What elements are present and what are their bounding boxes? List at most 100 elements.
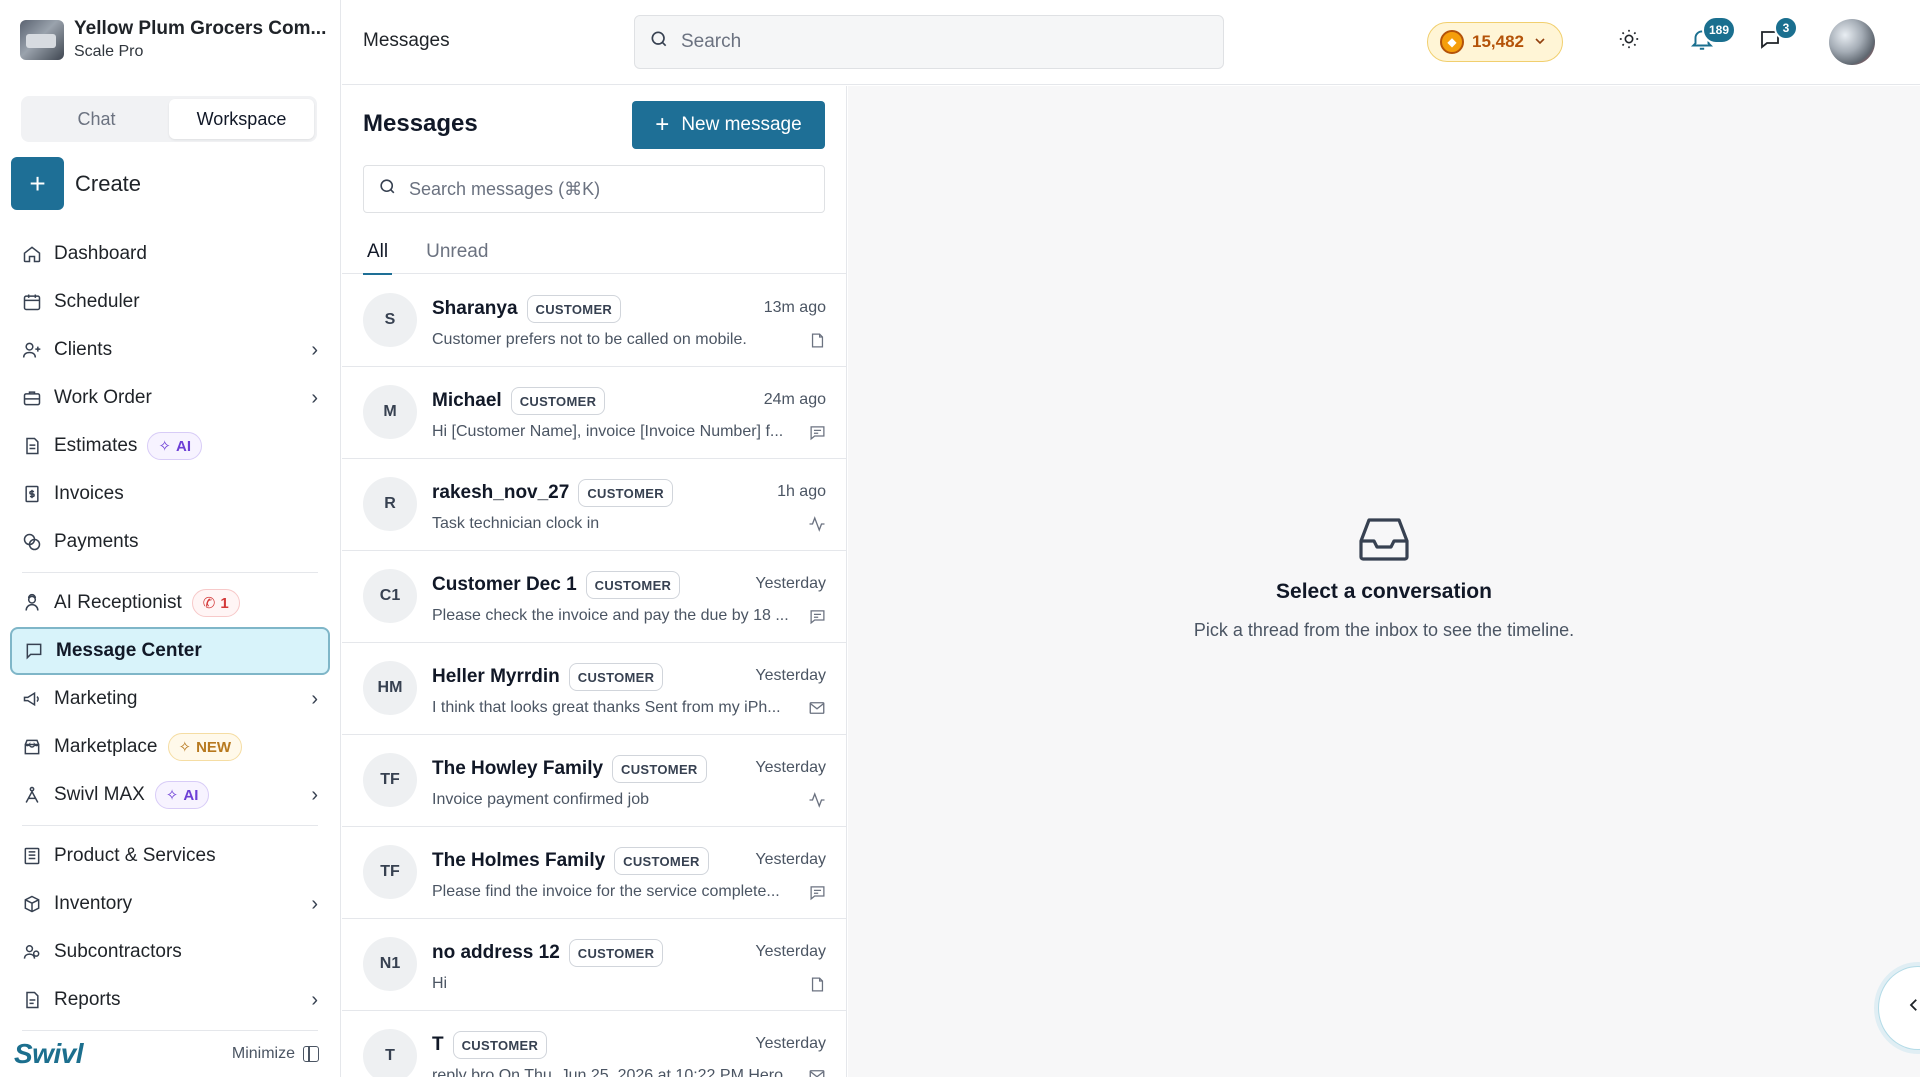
thread-item[interactable]: S Sharanya CUSTOMER 13m ago Customer pref…: [342, 275, 846, 367]
sidebar-footer: Swivl Minimize: [14, 1038, 319, 1070]
thread-item[interactable]: T T CUSTOMER Yesterday reply bro On Thu, …: [342, 1011, 846, 1077]
sms-icon: [808, 423, 826, 441]
sidebar-item-marketing[interactable]: Marketing ›: [10, 675, 330, 723]
sidebar-item-label: Subcontractors: [54, 941, 182, 962]
sidebar-item-message-center[interactable]: Message Center: [10, 627, 330, 675]
sidebar-item-scheduler[interactable]: Scheduler: [10, 278, 330, 326]
thread-preview: reply bro On Thu, Jun 25, 2026 at 10:22 …: [432, 1067, 784, 1077]
contact-avatar: R: [363, 477, 417, 531]
contact-name: rakesh_nov_27: [432, 482, 570, 503]
thread-preview: Customer prefers not to be called on mob…: [432, 331, 747, 348]
search-icon: [649, 29, 669, 55]
thread-time: Yesterday: [755, 759, 826, 776]
sidebar-item-reports[interactable]: Reports ›: [10, 976, 330, 1024]
sidebar-item-label: Clients: [54, 339, 113, 360]
customer-tag: CUSTOMER: [612, 755, 707, 783]
sidebar-item-marketplace[interactable]: Marketplace ✧ NEW: [10, 723, 330, 771]
sidebar-item-label: Work Order: [54, 387, 152, 408]
user-avatar[interactable]: [1829, 19, 1875, 65]
minimize-label: Minimize: [231, 1045, 295, 1062]
chevron-right-icon: ›: [311, 386, 318, 409]
chat-tab[interactable]: Chat: [24, 99, 169, 139]
customer-tag: CUSTOMER: [568, 663, 664, 691]
minimize-button[interactable]: Minimize: [232, 1045, 319, 1063]
sidebar-item-label: Marketplace: [54, 736, 158, 757]
contact-name: T: [432, 1034, 444, 1055]
new-badge: ✧ NEW: [167, 733, 243, 761]
theme-toggle-button[interactable]: [1609, 22, 1649, 62]
sidebar-item-invoices[interactable]: Invoices: [10, 470, 330, 518]
invoice-icon: [21, 483, 43, 505]
contact-name: Heller Myrrdin: [432, 666, 560, 687]
sidebar-item-subcontractors[interactable]: Subcontractors: [10, 928, 330, 976]
sparkle-icon: ✧: [178, 739, 192, 756]
org-switcher[interactable]: Yellow Plum Grocers Com... Scale Pro: [20, 18, 326, 61]
missed-call-badge: ✆ 1: [191, 589, 240, 617]
sidebar-item-clients[interactable]: Clients ›: [10, 326, 330, 374]
messages-heading: Messages: [363, 110, 478, 137]
credits-button[interactable]: ◆ 15,482: [1427, 22, 1563, 62]
sidebar-item-product-services[interactable]: Product & Services: [10, 832, 330, 880]
thread-item[interactable]: TF The Howley Family CUSTOMER Yesterday I…: [342, 735, 846, 827]
thread-item[interactable]: M Michael CUSTOMER 24m ago Hi [Customer N…: [342, 367, 846, 459]
calendar-icon: [21, 291, 43, 313]
conversation-pane: Select a conversation Pick a thread from…: [848, 86, 1920, 1077]
thread-preview: Please check the invoice and pay the due…: [432, 607, 789, 624]
customer-tag: CUSTOMER: [526, 295, 622, 323]
chevron-left-icon: [1905, 996, 1920, 1020]
chat-button[interactable]: 3: [1750, 16, 1798, 62]
thread-item[interactable]: R rakesh_nov_27 CUSTOMER 1h ago Task tech…: [342, 459, 846, 551]
contact-avatar: TF: [363, 753, 417, 807]
sidebar-item-estimates[interactable]: Estimates ✧ AI: [10, 422, 330, 470]
sidebar-item-ai-receptionist[interactable]: AI Receptionist ✆ 1: [10, 579, 330, 627]
thread-item[interactable]: HM Heller Myrrdin CUSTOMER Yesterday I th…: [342, 643, 846, 735]
thread-preview: Hi [Customer Name], invoice [Invoice Num…: [432, 423, 784, 440]
phone-missed-icon: ✆: [202, 595, 216, 612]
sidebar-item-label: Swivl MAX: [54, 784, 145, 805]
message-search-input[interactable]: [409, 178, 809, 200]
customer-tag: CUSTOMER: [578, 479, 673, 507]
sidebar-item-work-order[interactable]: Work Order ›: [10, 374, 330, 422]
sidebar-item-swivl-max[interactable]: Swivl MAX ✧ AI ›: [10, 771, 330, 819]
tab-unread[interactable]: Unread: [422, 229, 492, 274]
sidebar-item-label: AI Receptionist: [54, 592, 182, 613]
box-icon: [21, 893, 43, 915]
new-message-button[interactable]: + New message: [632, 101, 825, 149]
sidebar-item-label: Scheduler: [54, 291, 140, 312]
message-search: [363, 165, 825, 213]
workspace-tab[interactable]: Workspace: [169, 99, 314, 139]
thread-preview: Please find the invoice for the service …: [432, 883, 780, 900]
thread-preview: Task technician clock in: [432, 515, 600, 532]
sidebar-item-dashboard[interactable]: Dashboard: [10, 230, 330, 278]
thread-item[interactable]: C1 Customer Dec 1 CUSTOMER Yesterday Plea…: [342, 551, 846, 643]
chevron-right-icon: ›: [311, 338, 318, 361]
thread-item[interactable]: N1 no address 12 CUSTOMER Yesterday Hi: [342, 919, 846, 1011]
swivl-logo: Swivl: [14, 1038, 84, 1069]
note-icon: [808, 975, 826, 993]
document-icon: [21, 435, 43, 457]
users-icon: [21, 941, 43, 963]
thread-item[interactable]: TF The Holmes Family CUSTOMER Yesterday P…: [342, 827, 846, 919]
page-title: Messages: [363, 30, 450, 51]
sidebar-item-label: Dashboard: [54, 243, 147, 264]
ai-badge: ✧ AI: [154, 781, 210, 809]
contact-avatar: TF: [363, 845, 417, 899]
thread-time: Yesterday: [755, 851, 826, 868]
sidebar-item-inventory[interactable]: Inventory ›: [10, 880, 330, 928]
nav-divider: [22, 825, 318, 826]
notifications-button[interactable]: 189: [1682, 16, 1736, 62]
sidebar-nav: Dashboard Scheduler Clients › Work Order…: [10, 230, 330, 1037]
create-button[interactable]: + Create: [11, 157, 141, 210]
nav-divider: [22, 1030, 318, 1031]
global-search-input[interactable]: [681, 31, 1201, 53]
sidebar-item-payments[interactable]: Payments: [10, 518, 330, 566]
global-search: [634, 15, 1224, 69]
customer-tag: CUSTOMER: [510, 387, 606, 415]
sun-icon: [1618, 28, 1640, 56]
thread-preview: Hi: [432, 975, 448, 992]
notifications-count-badge: 189: [1702, 16, 1736, 44]
chevron-right-icon: ›: [311, 892, 318, 915]
tab-all[interactable]: All: [363, 229, 393, 275]
search-icon: [378, 177, 397, 202]
contact-avatar: T: [363, 1029, 417, 1077]
